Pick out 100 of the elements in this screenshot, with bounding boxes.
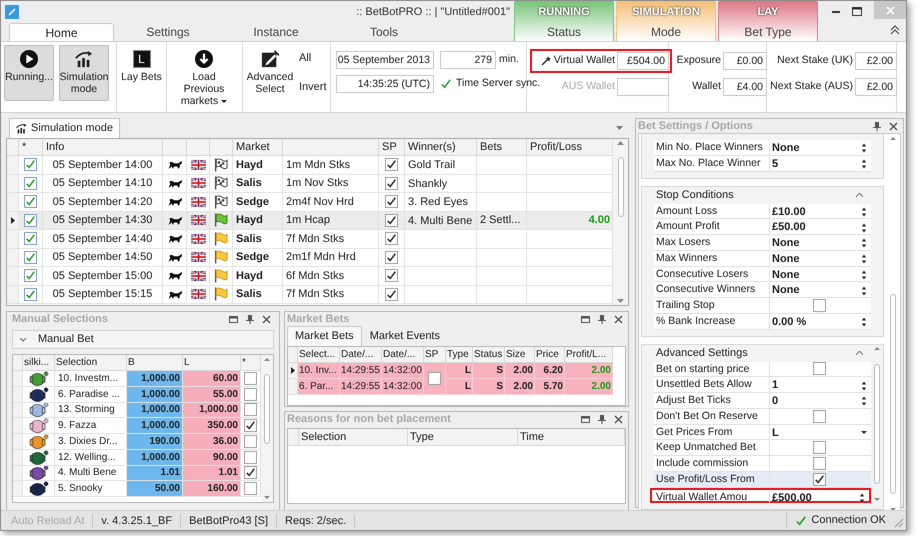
property-row[interactable]: Get Prices From L <box>654 424 871 440</box>
spinner-icon[interactable] <box>861 270 867 280</box>
input-field[interactable]: £504.00 <box>617 52 669 70</box>
property-row[interactable]: Min No. Place Winners None <box>654 140 871 156</box>
property-row[interactable]: Amount Loss £10.00 <box>654 204 871 220</box>
ribbon-tab[interactable]: Instance <box>222 23 330 41</box>
spinner-icon[interactable] <box>861 222 867 232</box>
section-header[interactable]: Stop Conditions <box>642 186 871 204</box>
column-header[interactable]: Price <box>535 347 565 363</box>
property-row[interactable]: Keep Unmatched Bet <box>654 440 871 456</box>
section-header[interactable]: Advanced Settings <box>642 344 871 362</box>
resize-grip-icon[interactable] <box>894 518 904 528</box>
checkbox[interactable] <box>24 214 37 227</box>
restore-icon[interactable] <box>229 314 238 324</box>
ribbon-button[interactable]: L Lay Bets <box>120 45 163 101</box>
checkbox[interactable] <box>813 441 826 454</box>
checkbox[interactable] <box>385 214 398 227</box>
panel-tab[interactable]: Market Bets <box>287 326 362 346</box>
property-row[interactable]: Bet on starting price <box>654 362 871 378</box>
spinner-icon[interactable] <box>861 159 867 169</box>
checkbox[interactable] <box>813 410 826 423</box>
property-row[interactable]: Include commission <box>654 456 871 472</box>
checkbox[interactable] <box>24 158 37 172</box>
checkbox[interactable] <box>244 450 257 464</box>
close-icon[interactable] <box>614 314 623 324</box>
input-field[interactable]: £2.00 <box>855 52 897 70</box>
scroll-down-icon[interactable] <box>617 299 624 303</box>
checkbox[interactable] <box>385 195 398 208</box>
checkbox[interactable] <box>385 250 398 264</box>
column-header[interactable]: Date/... <box>382 347 424 363</box>
checkbox[interactable] <box>24 288 37 301</box>
minutes-field[interactable]: 279 <box>440 51 496 69</box>
table-row[interactable]: 05 September 15:00 Hayd 6f Mdn Stks <box>7 267 612 286</box>
column-header[interactable]: Type <box>446 347 473 363</box>
pin-icon[interactable] <box>246 314 254 324</box>
checkbox[interactable] <box>428 372 441 385</box>
checkbox[interactable] <box>385 158 398 172</box>
dropdown-icon[interactable] <box>861 431 867 434</box>
column-header[interactable]: SP <box>424 347 446 363</box>
table-row[interactable]: 05 September 14:10 Salis 1m Nov Stks Shankly <box>7 174 612 193</box>
select-link[interactable]: Invert <box>299 78 327 95</box>
spinner-icon[interactable] <box>861 206 867 217</box>
scroll-up-icon[interactable] <box>874 346 880 350</box>
checkbox[interactable] <box>244 388 257 401</box>
input-field[interactable]: £2.00 <box>855 78 897 96</box>
property-row[interactable]: Amount Profit £50.00 <box>654 219 871 235</box>
time-field[interactable]: 14:35:25 (UTC) <box>336 75 434 93</box>
property-row[interactable]: Max No. Place Winner 5 <box>654 156 871 172</box>
checkbox[interactable] <box>24 176 37 190</box>
column-header[interactable]: Status <box>473 347 505 363</box>
checkbox[interactable] <box>24 250 37 264</box>
spinner-icon[interactable] <box>861 238 867 248</box>
collapse-ribbon-icon[interactable] <box>890 25 900 35</box>
column-header[interactable]: Date/... <box>340 347 382 363</box>
checkbox[interactable] <box>24 269 37 282</box>
close-icon[interactable] <box>614 414 623 424</box>
ribbon-button[interactable]: Advanced Select <box>246 45 294 101</box>
column-header[interactable]: Type <box>408 429 518 446</box>
document-tab[interactable]: Simulation mode <box>9 118 120 138</box>
column-header[interactable]: Select... <box>298 347 340 363</box>
pin-icon[interactable] <box>598 414 606 424</box>
scroll-down-icon[interactable] <box>874 498 880 502</box>
row-header[interactable] <box>288 363 298 379</box>
restore-icon[interactable] <box>581 314 590 324</box>
checkbox[interactable] <box>244 403 257 416</box>
checkbox[interactable] <box>385 176 398 190</box>
spinner-icon[interactable] <box>861 286 867 296</box>
table-row[interactable]: 05 September 14:00 Hayd 1m Mdn Stks Gold Trail <box>7 156 612 174</box>
column-header[interactable]: silki... <box>23 355 55 371</box>
input-field[interactable]: £4.00 <box>723 78 767 96</box>
table-row[interactable]: 05 September 14:20 Sedge 2m4f Nov Hrd 3. Red Eyes <box>7 193 612 212</box>
pin-icon[interactable] <box>598 314 606 324</box>
table-row[interactable]: 05 September 14:40 Salis 7f Mdn Stks <box>7 230 612 248</box>
ribbon-tab[interactable]: Home <box>9 23 114 41</box>
checkbox[interactable] <box>244 419 257 432</box>
checkbox[interactable] <box>244 434 257 448</box>
close-icon[interactable] <box>889 122 898 130</box>
maximize-icon[interactable] <box>852 7 862 16</box>
date-field[interactable]: 05 September 2013 <box>336 51 434 69</box>
scroll-up-icon[interactable] <box>264 358 270 361</box>
column-header[interactable]: Selection <box>55 355 127 371</box>
checkbox[interactable] <box>385 288 398 301</box>
scroll-up-icon[interactable] <box>890 137 896 140</box>
column-header[interactable]: Size <box>505 347 535 363</box>
property-row[interactable]: Consecutive Winners None <box>654 282 871 298</box>
ribbon-tab[interactable]: Tools <box>330 23 438 41</box>
scroll-up-icon[interactable] <box>617 141 624 145</box>
property-row[interactable]: Unsettled Bets Allow 1 <box>654 377 871 393</box>
checkbox[interactable] <box>24 195 37 208</box>
checkbox[interactable] <box>385 232 398 246</box>
close-icon[interactable] <box>262 314 271 324</box>
column-header[interactable]: Profit/L... <box>565 347 613 363</box>
panel-tab[interactable]: Market Events <box>362 326 448 346</box>
checkbox[interactable] <box>24 232 37 246</box>
property-row[interactable]: Don't Bet On Reserve <box>654 408 871 424</box>
checkbox[interactable] <box>244 482 257 496</box>
spinner-icon[interactable] <box>859 492 865 503</box>
row-header[interactable] <box>7 212 19 230</box>
property-row[interactable]: Use Profit/Loss From <box>654 472 871 488</box>
spinner-icon[interactable] <box>861 396 867 406</box>
